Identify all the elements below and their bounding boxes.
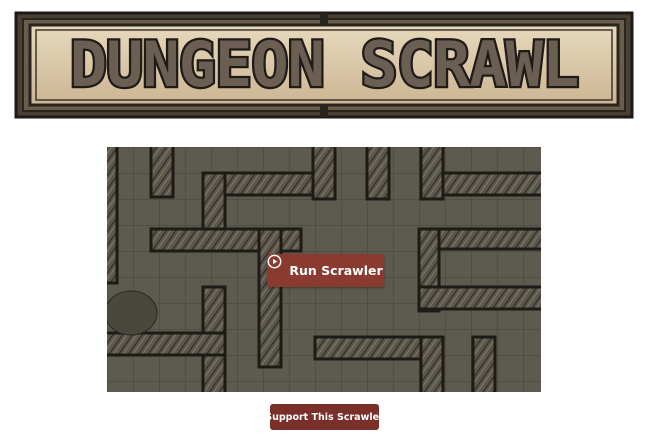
run-scrawler-label: Run Scrawler (289, 263, 383, 278)
dungeon-scrawl-logo: DUNGEON SCRAWL (14, 11, 634, 119)
support-this-scrawler-button[interactable]: Support This Scrawler (265, 404, 384, 430)
dungeon-map-preview[interactable]: Run Scrawler (107, 147, 541, 392)
play-circle-icon (267, 254, 283, 278)
run-scrawler-button[interactable]: Run Scrawler (267, 254, 384, 287)
page: DUNGEON SCRAWL Run Scrawler Support This… (0, 0, 646, 436)
logo-text: DUNGEON SCRAWL (70, 28, 579, 101)
